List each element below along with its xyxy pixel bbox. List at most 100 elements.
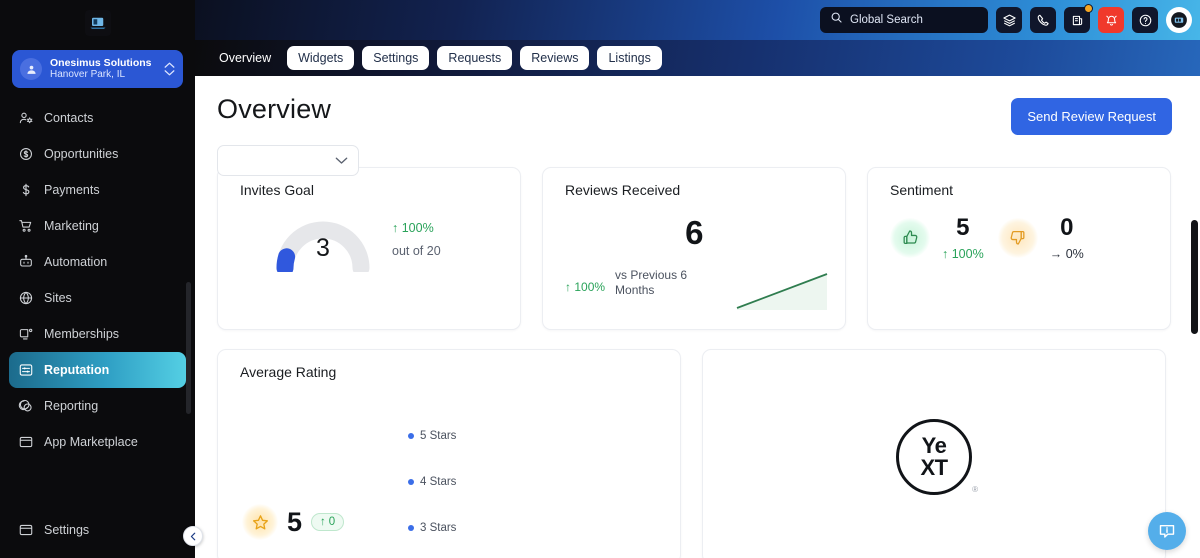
reviews-delta: ↑ 100%: [565, 280, 606, 294]
org-selector[interactable]: Onesimus Solutions Hanover Park, IL: [12, 50, 183, 88]
sidebar-item-app-marketplace[interactable]: App Marketplace: [9, 424, 186, 460]
thumbs-up-icon: [890, 217, 930, 258]
bar-label: 4 Stars: [420, 476, 457, 488]
opportunities-icon: [17, 146, 34, 163]
date-range-select[interactable]: [217, 145, 359, 176]
sidebar-item-reporting[interactable]: Reporting: [9, 388, 186, 424]
payments-icon: [17, 182, 34, 199]
sidebar-item-label: Opportunities: [44, 147, 119, 161]
automation-robot-icon: [17, 254, 34, 271]
search-placeholder: Global Search: [850, 14, 923, 26]
legend-dot-icon: [408, 525, 414, 531]
sidebar-item-payments[interactable]: Payments: [9, 172, 186, 208]
search-input[interactable]: Global Search: [820, 7, 988, 33]
sites-globe-icon: [17, 290, 34, 307]
main-content: Overview Send Review Request Invites Goa…: [195, 76, 1200, 558]
invites-gauge: 3: [268, 210, 378, 277]
sidebar-item-automation[interactable]: Automation: [9, 244, 186, 280]
card-sentiment: Sentiment 5 ↑ 100% 0 → 0%: [867, 167, 1171, 330]
tab-overview[interactable]: Overview: [217, 46, 279, 70]
sidebar-item-label: Marketing: [44, 219, 99, 233]
tab-bar: Overview Widgets Settings Requests Revie…: [195, 40, 1200, 76]
layers-icon[interactable]: [996, 7, 1022, 33]
marketing-cart-icon: [17, 218, 34, 235]
card-reviews-received: Reviews Received 6 ↑ 100% vs Previous 6 …: [542, 167, 846, 330]
tab-requests[interactable]: Requests: [437, 46, 513, 70]
sidebar-nav: Contacts Opportunities Payments Marketin…: [0, 98, 195, 512]
memberships-icon: [17, 326, 34, 343]
bar-row: 4 Stars: [408, 459, 680, 505]
card-provider-logo: Ye XT ®: [702, 349, 1166, 558]
invites-delta: ↑ 100%: [392, 220, 434, 235]
sidebar-item-label: Payments: [44, 183, 100, 197]
yext-logo-line2: XT: [920, 454, 948, 480]
kpi-card-row: Invites Goal 3 ↑ 100% out of 20 Reviews …: [217, 167, 1172, 330]
sidebar-item-label: Sites: [44, 291, 72, 305]
invites-subtext: out of 20: [392, 243, 441, 258]
sidebar-item-marketing[interactable]: Marketing: [9, 208, 186, 244]
sidebar-item-label: Memberships: [44, 327, 120, 341]
bottom-card-row: Average Rating 5 ↑ 0 5 Stars 4 Stars 3 S…: [217, 349, 1172, 558]
sidebar-item-contacts[interactable]: Contacts: [9, 100, 186, 136]
average-rating-chip: ↑ 0: [311, 513, 345, 531]
avatar[interactable]: [1166, 7, 1192, 33]
send-review-request-button[interactable]: Send Review Request: [1011, 98, 1172, 135]
registered-mark: ®: [972, 484, 978, 494]
star-icon: [242, 504, 278, 540]
tab-widgets[interactable]: Widgets: [287, 46, 355, 70]
average-rating-value: 5: [287, 506, 303, 537]
sidebar-item-reputation[interactable]: Reputation: [9, 352, 186, 388]
info-chat-icon[interactable]: [1148, 512, 1186, 550]
legend-dot-icon: [408, 479, 414, 485]
invites-gauge-value: 3: [316, 234, 330, 262]
rating-distribution-chart: 5 Stars 4 Stars 3 Stars: [408, 380, 680, 550]
sidebar-item-memberships[interactable]: Memberships: [9, 316, 186, 352]
card-title: Sentiment: [890, 182, 954, 198]
bar-label: 5 Stars: [420, 430, 457, 442]
reviews-comparison-label: vs Previous 6 Months: [615, 268, 688, 298]
bell-icon[interactable]: [1098, 7, 1124, 33]
help-icon[interactable]: [1132, 7, 1158, 33]
sidebar-item-label: Reputation: [44, 363, 110, 377]
arrow-up-icon: ↑: [942, 247, 949, 261]
sidebar-item-label: Reporting: [44, 399, 99, 413]
sidebar-item-label: Automation: [44, 255, 108, 269]
sidebar-item-label: Settings: [44, 523, 90, 537]
tab-settings[interactable]: Settings: [362, 46, 430, 70]
phone-icon[interactable]: [1030, 7, 1056, 33]
reviews-sparkline: [735, 268, 831, 312]
sidebar-item-opportunities[interactable]: Opportunities: [9, 136, 186, 172]
sidebar-item-sites[interactable]: Sites: [9, 280, 186, 316]
tab-listings[interactable]: Listings: [597, 46, 662, 70]
tab-reviews[interactable]: Reviews: [520, 46, 590, 70]
chevron-left-icon: [190, 532, 195, 540]
notification-dot-badge: [1084, 4, 1093, 13]
reviews-received-value: 6: [685, 214, 703, 251]
arrow-up-icon: ↑: [320, 516, 326, 528]
sentiment-negative-value: 0: [1060, 214, 1074, 241]
org-name: Onesimus Solutions: [50, 57, 152, 70]
top-bar: Global Search: [195, 0, 1200, 40]
sidebar-collapse-button[interactable]: [183, 526, 203, 546]
card-average-rating: Average Rating 5 ↑ 0 5 Stars 4 Stars 3 S…: [217, 349, 681, 558]
yext-logo: Ye XT ®: [896, 418, 978, 495]
sentiment-positive-delta: ↑ 100%: [942, 247, 984, 261]
card-title: Average Rating: [240, 364, 337, 380]
page-title: Overview: [217, 94, 332, 124]
card-invites-goal: Invites Goal 3 ↑ 100% out of 20: [217, 167, 521, 330]
app-logo-icon[interactable]: [84, 10, 111, 36]
org-location: Hanover Park, IL: [50, 69, 126, 81]
bar-label: 3 Stars: [420, 522, 457, 534]
contacts-icon: [17, 110, 34, 127]
sidebar-scrollbar[interactable]: [186, 282, 191, 414]
page-scrollbar-thumb[interactable]: [1191, 220, 1198, 334]
whats-new-icon[interactable]: [1064, 4, 1093, 33]
sidebar-item-settings[interactable]: Settings: [9, 512, 186, 548]
thumbs-down-icon: [997, 217, 1038, 258]
chevron-up-down-icon[interactable]: [163, 62, 175, 76]
sidebar-logo[interactable]: [0, 0, 195, 46]
arrow-right-icon: →: [1049, 247, 1063, 261]
sentiment-positive-value: 5: [956, 214, 970, 241]
app-marketplace-icon: [17, 434, 34, 451]
legend-dot-icon: [408, 433, 414, 439]
